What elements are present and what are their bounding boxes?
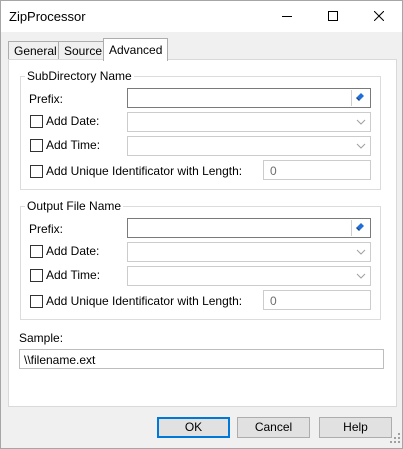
output-add-time-select[interactable] — [127, 266, 371, 286]
sample-value: \\filename.ext — [24, 353, 96, 367]
tab-advanced[interactable]: Advanced — [103, 38, 169, 61]
window-title: ZipProcessor — [9, 9, 86, 24]
subdirectory-add-date-label: Add Date: — [46, 114, 100, 128]
subdirectory-add-date-checkbox[interactable] — [30, 115, 43, 128]
output-unique-checkbox[interactable] — [30, 295, 43, 308]
output-file-group: Output File Name Prefix: Add Date: Add T… — [20, 199, 381, 320]
resize-grip-icon[interactable] — [390, 432, 400, 446]
subdirectory-prefix-label: Prefix: — [29, 92, 64, 106]
sample-label: Sample: — [19, 331, 64, 345]
subdirectory-prefix-input[interactable] — [127, 88, 371, 108]
output-prefix-picker-button[interactable] — [351, 220, 369, 236]
advanced-tab-panel: SubDirectory Name Prefix: Add Date: Add … — [8, 59, 397, 407]
output-add-time-checkbox[interactable] — [30, 269, 43, 282]
tab-general[interactable]: General — [8, 41, 63, 60]
chevron-down-icon — [356, 116, 366, 130]
output-unique-length-value: 0 — [270, 294, 277, 308]
sample-field[interactable]: \\filename.ext — [19, 349, 384, 369]
output-unique-label: Add Unique Identificator with Length: — [46, 294, 243, 308]
chevron-down-icon — [356, 270, 366, 284]
help-button[interactable]: Help — [319, 417, 392, 438]
minimize-icon — [282, 10, 292, 24]
subdirectory-legend: SubDirectory Name — [25, 69, 134, 83]
subdirectory-unique-length-value: 0 — [270, 164, 277, 178]
tag-picker-icon — [355, 221, 366, 235]
subdirectory-unique-length-input[interactable]: 0 — [263, 160, 371, 180]
output-legend: Output File Name — [25, 199, 124, 213]
title-bar: ZipProcessor — [1, 1, 402, 32]
subdirectory-add-time-checkbox[interactable] — [30, 139, 43, 152]
output-unique-length-input[interactable]: 0 — [263, 290, 371, 310]
close-button[interactable] — [356, 1, 402, 32]
tab-label: General — [14, 44, 57, 58]
close-icon — [373, 10, 385, 24]
tab-label: Source — [64, 44, 103, 58]
subdirectory-prefix-picker-button[interactable] — [351, 90, 369, 106]
chevron-down-icon — [356, 140, 366, 154]
output-add-date-select[interactable] — [127, 242, 371, 262]
subdirectory-add-date-select[interactable] — [127, 112, 371, 132]
minimize-button[interactable] — [264, 1, 310, 32]
tag-picker-icon — [355, 91, 366, 105]
output-add-time-label: Add Time: — [46, 268, 101, 282]
subdirectory-add-time-select[interactable] — [127, 136, 371, 156]
subdirectory-add-time-label: Add Time: — [46, 138, 101, 152]
subdirectory-unique-checkbox[interactable] — [30, 165, 43, 178]
output-prefix-label: Prefix: — [29, 222, 64, 236]
tab-source[interactable]: Source — [58, 41, 109, 60]
output-add-date-label: Add Date: — [46, 244, 100, 258]
zipprocessor-dialog: ZipProcessor General Source Advanced Sub… — [0, 0, 403, 449]
cancel-button[interactable]: Cancel — [237, 417, 310, 438]
subdirectory-unique-label: Add Unique Identificator with Length: — [46, 164, 243, 178]
output-prefix-input[interactable] — [127, 218, 371, 238]
ok-button[interactable]: OK — [157, 417, 230, 438]
maximize-button[interactable] — [310, 1, 356, 32]
output-add-date-checkbox[interactable] — [30, 245, 43, 258]
subdirectory-group: SubDirectory Name Prefix: Add Date: Add … — [20, 69, 381, 190]
chevron-down-icon — [356, 246, 366, 260]
tab-label: Advanced — [109, 43, 163, 57]
maximize-icon — [328, 10, 338, 24]
